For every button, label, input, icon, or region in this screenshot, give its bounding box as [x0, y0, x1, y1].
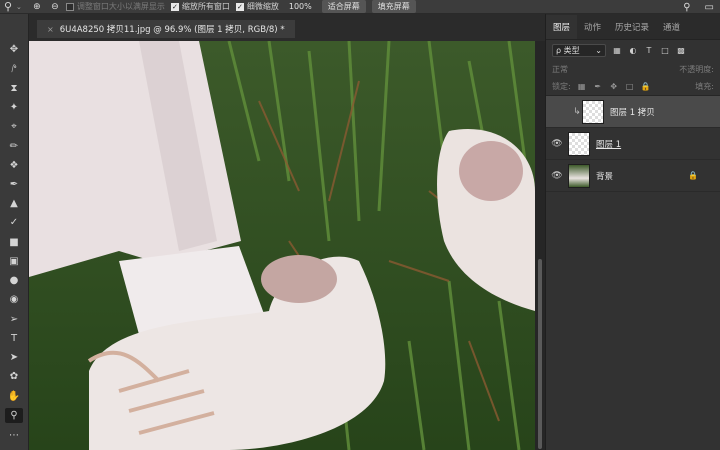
lock-icon: 🔒 [688, 171, 698, 180]
blur-tool-icon[interactable]: ● [5, 273, 23, 288]
chevron-down-icon[interactable]: ⌄ [16, 3, 22, 11]
move-tool-icon[interactable]: ✥ [5, 42, 23, 57]
brush-tool-icon[interactable]: ✒ [5, 177, 23, 192]
hand-tool-icon[interactable]: ✋ [5, 389, 23, 404]
gradient-icon[interactable]: ▣ [5, 254, 23, 269]
vertical-scrollbar[interactable] [535, 41, 545, 450]
scrubby-zoom-checkbox[interactable]: ✓ 细微缩放 [235, 1, 279, 12]
fit-screen-button[interactable]: 适合屏幕 [321, 0, 366, 13]
workspace-icon[interactable]: ▭ [705, 2, 714, 13]
tab-channels[interactable]: 通道 [656, 21, 687, 39]
fill-screen-button[interactable]: 填充屏幕 [371, 0, 416, 13]
lock-all-icon[interactable]: 🔒 [641, 82, 651, 91]
eye-icon[interactable]: 👁 [546, 139, 568, 149]
zoom-out-icon[interactable]: ⊖ [48, 1, 62, 13]
layer-thumbnail [568, 163, 590, 188]
path-selection-icon[interactable]: ➤ [5, 350, 23, 365]
checkbox-box[interactable]: ✓ [170, 2, 179, 11]
history-brush-icon[interactable]: ✓ [5, 215, 23, 230]
canvas-image [29, 41, 535, 450]
clipping-arrow-icon: ↳ [573, 106, 581, 117]
eyedropper-icon[interactable]: ✏ [5, 139, 23, 154]
opacity-label[interactable]: 不透明度: [679, 64, 714, 75]
resize-windows-checkbox[interactable]: 调整窗口大小以满屏显示 [65, 1, 165, 12]
layer-name[interactable]: 背景 [596, 170, 613, 182]
magic-wand-icon[interactable]: ✦ [5, 100, 23, 115]
layer-name[interactable]: 图层 1 [596, 138, 621, 150]
crop-tool-icon[interactable]: ⌖ [5, 119, 23, 134]
layer-name[interactable]: 图层 1 拷贝 [610, 106, 655, 118]
lock-image-icon[interactable]: ✒ [593, 82, 603, 91]
layer-row-background[interactable]: 👁 背景 🔒 [546, 160, 720, 192]
clone-stamp-icon[interactable]: ▲ [5, 196, 23, 211]
blend-opacity-row: 正常 不透明度: [546, 60, 720, 78]
options-bar: ⚲ ⌄ ⊕ ⊖ 调整窗口大小以满屏显示 ✓ 缩放所有窗口 ✓ 细微缩放 100%… [0, 0, 720, 14]
close-icon[interactable]: × [47, 25, 54, 34]
tab-layers[interactable]: 图层 [546, 15, 578, 39]
lock-label: 锁定: [552, 82, 571, 91]
shape-filter-icon[interactable]: □ [660, 46, 670, 55]
lock-artboard-icon[interactable]: □ [625, 82, 635, 91]
lock-row: 锁定: ▦ ✒ ✥ □ 🔒 填充: [546, 78, 720, 96]
document-tab-bar: × 6U4A8250 拷贝11.jpg @ 96.9% (图层 1 拷贝, RG… [29, 14, 545, 41]
panel-tabs: 图层 动作 历史记录 通道 [546, 14, 720, 40]
layer-thumbnail [582, 99, 604, 124]
smart-object-filter-icon[interactable]: ▩ [676, 46, 686, 55]
eye-icon[interactable]: 👁 [546, 171, 568, 181]
shape-tool-icon[interactable]: ✿ [5, 369, 23, 384]
chevron-down-icon: ⌄ [595, 45, 602, 55]
lasso-tool-icon[interactable]: ⧗ [5, 81, 23, 96]
options-right-group: ⚲ ▭ [683, 0, 714, 14]
document-tab[interactable]: × 6U4A8250 拷贝11.jpg @ 96.9% (图层 1 拷贝, RG… [37, 20, 295, 38]
zoom-in-icon[interactable]: ⊕ [30, 1, 44, 13]
pixel-filter-icon[interactable]: ▦ [612, 46, 622, 55]
eraser-icon[interactable]: ■ [5, 235, 23, 250]
pen-tool-icon[interactable]: ➢ [5, 312, 23, 327]
filter-type-select[interactable]: ρ 类型 ⌄ [552, 43, 606, 57]
dodge-tool-icon[interactable]: ◉ [5, 292, 23, 307]
blend-mode-select[interactable]: 正常 [552, 64, 568, 75]
search-icon[interactable]: ⚲ [683, 2, 690, 13]
type-tool-icon[interactable]: T [5, 331, 23, 346]
layer-thumbnail [568, 131, 590, 156]
zoom-100-button[interactable]: 100% [289, 2, 312, 11]
canvas[interactable] [29, 41, 535, 450]
layers-panel: 图层 动作 历史记录 通道 ρ 类型 ⌄ ▦ ◐ T □ ▩ 正常 不透明度: … [545, 14, 720, 450]
checkbox-box[interactable] [65, 2, 74, 11]
checkbox-box[interactable]: ✓ [235, 2, 244, 11]
fill-label[interactable]: 填充: [695, 81, 714, 92]
layer-row-layer1-copy[interactable]: ↳ 图层 1 拷贝 [546, 96, 720, 128]
scrollbar-thumb[interactable] [538, 259, 542, 449]
layer-row-layer1[interactable]: 👁 图层 1 [546, 128, 720, 160]
healing-brush-icon[interactable]: ❖ [5, 158, 23, 173]
lock-position-icon[interactable]: ✥ [609, 82, 619, 91]
zoom-tool-icon[interactable]: ⚲ [0, 0, 16, 14]
tab-history[interactable]: 历史记录 [608, 21, 656, 39]
layer-filter-row: ρ 类型 ⌄ ▦ ◐ T □ ▩ [546, 40, 720, 60]
tab-actions[interactable]: 动作 [577, 21, 608, 39]
adjustment-filter-icon[interactable]: ◐ [628, 46, 638, 55]
type-filter-icon[interactable]: T [644, 46, 654, 55]
more-tools-icon[interactable]: ⋯ [5, 428, 23, 443]
lock-transparent-icon[interactable]: ▦ [577, 82, 587, 91]
marquee-tool-icon[interactable]: ⭚ [5, 62, 23, 77]
zoom-tool-icon[interactable]: ⚲ [5, 408, 23, 423]
zoom-all-windows-checkbox[interactable]: ✓ 缩放所有窗口 [170, 1, 230, 12]
document-title: 6U4A8250 拷贝11.jpg @ 96.9% (图层 1 拷贝, RGB/… [59, 25, 285, 35]
tools-panel: ✥ ⭚ ⧗ ✦ ⌖ ✏ ❖ ✒ ▲ ✓ ■ ▣ ● ◉ ➢ T ➤ ✿ ✋ ⚲ … [0, 14, 29, 450]
